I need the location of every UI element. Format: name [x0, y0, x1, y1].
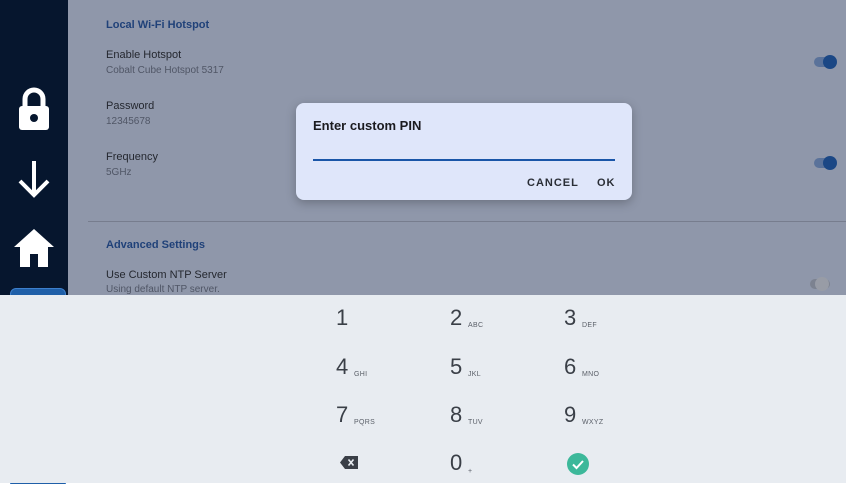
key-5[interactable]: 5 JKL — [450, 348, 540, 388]
key-letters: + — [468, 468, 473, 475]
key-7[interactable]: 7 PQRS — [336, 396, 426, 436]
key-letters: GHI — [354, 371, 368, 378]
key-digit: 1 — [336, 305, 349, 330]
download-button[interactable] — [0, 156, 68, 202]
done-key[interactable] — [564, 444, 654, 484]
home-icon — [14, 229, 54, 267]
key-digit: 9 — [564, 402, 577, 427]
backspace-key[interactable] — [336, 444, 426, 484]
key-letters: MNO — [582, 371, 600, 378]
key-letters: ABC — [468, 322, 484, 329]
key-letters: DEF — [582, 322, 597, 329]
key-digit: 5 — [450, 354, 463, 379]
backspace-icon — [340, 456, 358, 469]
key-1[interactable]: 1 — [336, 299, 426, 339]
key-digit: 6 — [564, 354, 577, 379]
key-digit: 7 — [336, 402, 349, 427]
home-button[interactable] — [0, 224, 68, 270]
lock-icon — [19, 87, 49, 130]
pin-dialog: Enter custom PIN CANCEL OK — [296, 103, 632, 200]
key-letters: JKL — [468, 371, 481, 378]
dialog-title: Enter custom PIN — [313, 118, 422, 133]
key-0[interactable]: 0 + — [450, 444, 540, 484]
key-letters: TUV — [468, 419, 483, 426]
download-arrow-icon — [18, 161, 50, 198]
key-digit: 4 — [336, 354, 349, 379]
key-digit: 8 — [450, 402, 463, 427]
ok-button[interactable]: OK — [597, 177, 616, 189]
key-6[interactable]: 6 MNO — [564, 348, 654, 388]
key-digit: 0 — [450, 450, 463, 475]
key-digit: 3 — [564, 305, 577, 330]
key-letters: WXYZ — [582, 419, 604, 426]
key-2[interactable]: 2 ABC — [450, 299, 540, 339]
key-4[interactable]: 4 GHI — [336, 348, 426, 388]
key-letters: PQRS — [354, 419, 376, 426]
numeric-keypad: 1 2 ABC 3 DEF 4 GHI 5 JKL 6 MNO 7 PQRS 8… — [0, 295, 846, 483]
key-9[interactable]: 9 WXYZ — [564, 396, 654, 436]
pin-input[interactable] — [313, 139, 615, 161]
key-8[interactable]: 8 TUV — [450, 396, 540, 436]
lock-button[interactable] — [0, 84, 68, 134]
cancel-button[interactable]: CANCEL — [527, 177, 579, 189]
key-3[interactable]: 3 DEF — [564, 299, 654, 339]
key-digit: 2 — [450, 305, 463, 330]
check-circle-icon — [567, 453, 589, 475]
